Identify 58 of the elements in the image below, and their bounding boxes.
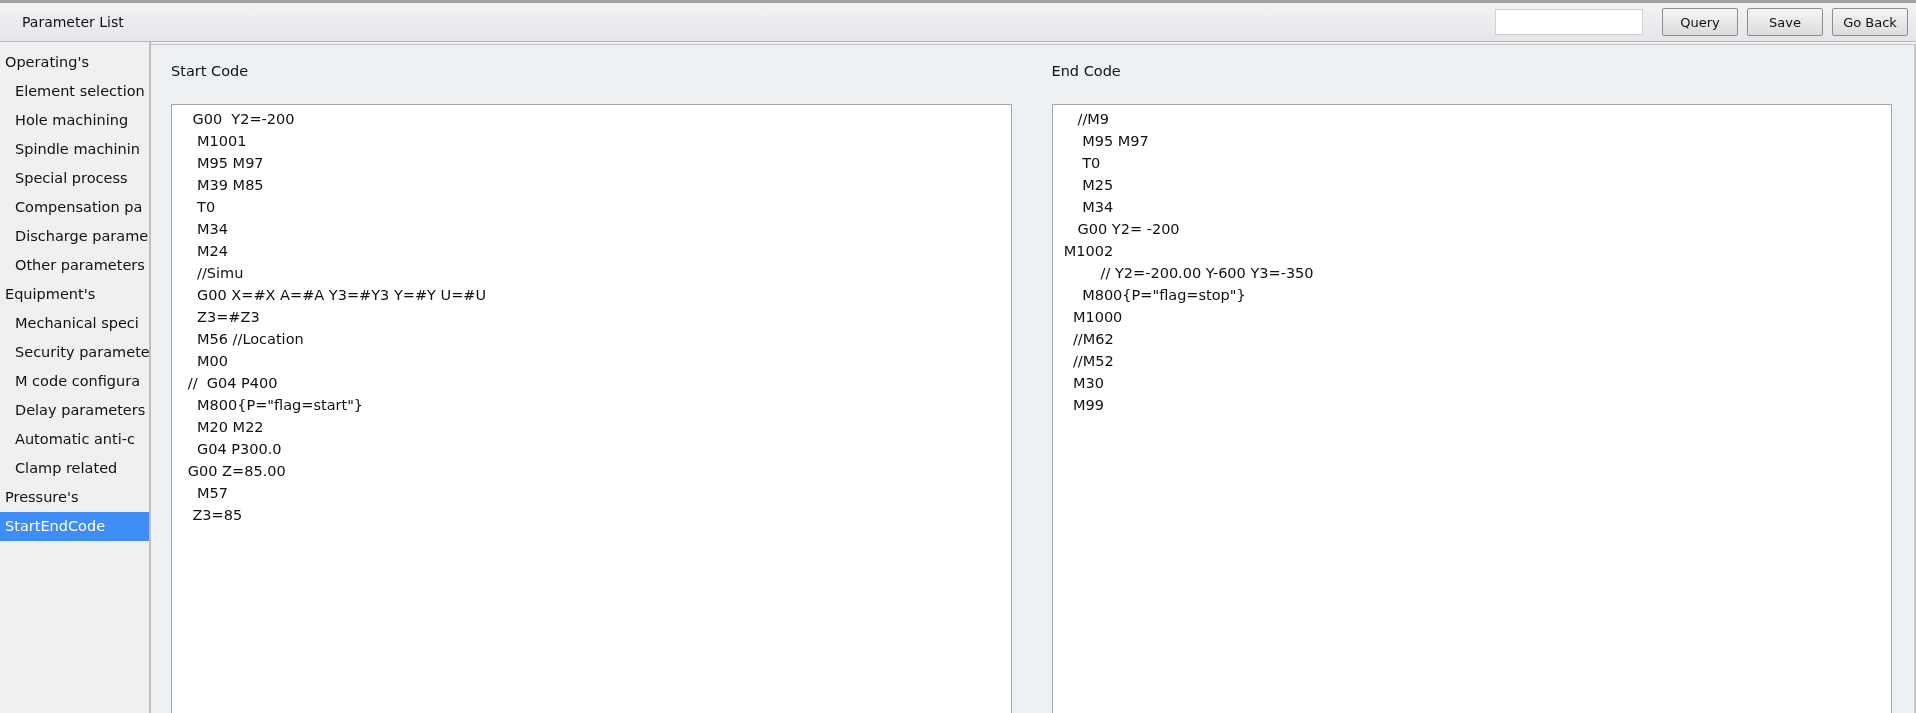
code-line: M800{P="flag=start"} bbox=[196, 396, 364, 415]
sidebar-subitem[interactable]: Automatic anti-c bbox=[0, 425, 159, 454]
code-line: //M9 bbox=[1076, 110, 1110, 129]
sidebar-subitem[interactable]: Security paramete bbox=[0, 338, 159, 367]
code-line: M1001 bbox=[196, 132, 247, 151]
sidebar-subitem[interactable]: Discharge parame bbox=[0, 222, 159, 251]
code-line: T0 bbox=[196, 198, 216, 217]
search-field[interactable] bbox=[1495, 9, 1643, 35]
code-line: M00 bbox=[196, 352, 228, 371]
code-editor[interactable]: //M9 M95 M97 T0 M25 M34 G00 Y2= -200 M1002 // Y2=-200.00 Y-600 Y3=-350 M800{P="flag=stop"} M1000 //M62 //M52 M30 M99 bbox=[1051, 104, 1892, 713]
code-line: M57 bbox=[196, 484, 228, 503]
code-line: M20 M22 bbox=[196, 418, 264, 437]
code-line: M24 bbox=[196, 242, 228, 261]
sidebar-subitem[interactable]: Mechanical speci bbox=[0, 309, 159, 338]
sidebar-subitem[interactable]: Element selection bbox=[0, 77, 159, 106]
sidebar-subitem[interactable]: Hole machining bbox=[0, 106, 159, 135]
code-line: M30 bbox=[1071, 374, 1104, 393]
sidebar-subitem[interactable]: Delay parameters bbox=[0, 396, 159, 425]
sidebar-subitem[interactable]: Compensation pa bbox=[0, 193, 159, 222]
sidebar-subitem[interactable]: M code configura bbox=[0, 367, 159, 396]
code-line: M56 //Location bbox=[196, 330, 304, 349]
toolbar-button[interactable]: Save bbox=[1747, 8, 1823, 36]
toolbar-button[interactable]: Query bbox=[1662, 8, 1738, 36]
code-line: M34 bbox=[196, 220, 228, 239]
code-line: G04 P300.0 bbox=[196, 440, 282, 459]
code-line: M25 bbox=[1081, 176, 1114, 195]
code-line: G00 Y2= -200 bbox=[1076, 220, 1180, 239]
code-editor[interactable]: G00 Y2=-200 M1001 M95 M97 M39 M85 T0 M34 M24 //Simu G00 X=#X A=#A Y3=#Y3 Y=#Y U=#U Z3=#Z3 M56 //Location M00 // G04 P400 M800{P="flag=start"} M20 M22 G04 P300.0 G00 Z=85.00 M57 Z3=85 bbox=[171, 104, 1012, 713]
code-line: G00 Z=85.00 bbox=[186, 462, 286, 481]
sidebar-subitem[interactable]: Special process bbox=[0, 164, 159, 193]
code-line: M39 M85 bbox=[196, 176, 264, 195]
window-title: Parameter List bbox=[22, 14, 125, 30]
code-line: //Simu bbox=[196, 264, 244, 283]
sidebar-subitem[interactable]: Other parameters bbox=[0, 251, 159, 280]
code-line: G00 X=#X A=#A Y3=#Y3 Y=#Y U=#U bbox=[196, 286, 487, 305]
code-line: // Y2=-200.00 Y-600 Y3=-350 bbox=[1099, 264, 1314, 283]
sidebar-group[interactable]: Equipment's bbox=[0, 280, 149, 309]
code-line: //M52 bbox=[1071, 352, 1114, 371]
code-line: G00 Y2=-200 bbox=[191, 110, 295, 129]
code-line: M800{P="flag=stop"} bbox=[1081, 286, 1246, 305]
panel-title: Start Code bbox=[171, 62, 249, 81]
code-line: M34 bbox=[1081, 198, 1114, 217]
code-line: // G04 P400 bbox=[186, 374, 278, 393]
code-line: T0 bbox=[1081, 154, 1101, 173]
code-line: Z3=85 bbox=[191, 506, 243, 525]
code-line: Z3=#Z3 bbox=[196, 308, 260, 327]
code-line: //M62 bbox=[1071, 330, 1114, 349]
code-line: M95 M97 bbox=[1081, 132, 1149, 151]
code-line: M1002 bbox=[1062, 242, 1114, 261]
code-line: M95 M97 bbox=[196, 154, 264, 173]
sidebar-group[interactable]: Pressure's bbox=[0, 483, 149, 512]
panel-title: End Code bbox=[1051, 62, 1121, 81]
sidebar-group[interactable]: Operating's bbox=[0, 48, 149, 77]
code-line: M99 bbox=[1071, 396, 1104, 415]
sidebar-subitem[interactable]: Spindle machinin bbox=[0, 135, 159, 164]
toolbar-button[interactable]: Go Back bbox=[1832, 8, 1908, 36]
sidebar-subitem[interactable]: Clamp related bbox=[0, 454, 159, 483]
code-line: M1000 bbox=[1071, 308, 1123, 327]
